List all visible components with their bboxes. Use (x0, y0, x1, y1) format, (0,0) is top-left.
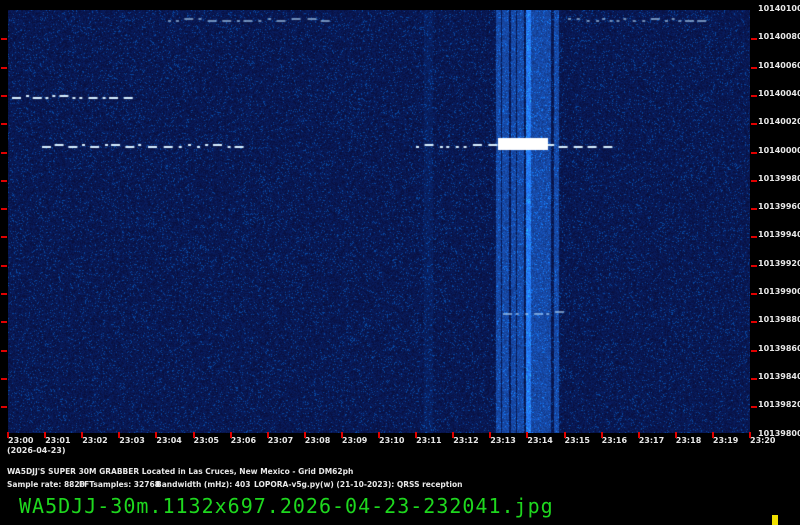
date-label: (2026-04-23) (7, 446, 66, 455)
waterfall-spectrogram (8, 10, 750, 433)
time-tick (44, 432, 47, 438)
freq-label: 10140020 (758, 117, 800, 127)
freq-label: 10139900 (758, 287, 800, 296)
time-label: 23:17 (638, 436, 665, 445)
freq-label: 10140000 (758, 145, 800, 155)
time-label: 23:20 (750, 436, 776, 445)
freq-label: 10140040 (758, 88, 800, 98)
station-info: WA5DJJ'S SUPER 30M GRABBER Located in La… (7, 467, 354, 476)
time-label: 23:03 (119, 436, 145, 445)
time-tick (674, 432, 677, 438)
time-tick (563, 432, 566, 438)
freq-tick (751, 406, 757, 409)
freq-tick (751, 236, 757, 239)
freq-tick (751, 179, 757, 182)
freq-label: 10139980 (758, 173, 800, 183)
freq-tick (1, 406, 7, 409)
sample-rate: Sample rate: 8820 (7, 480, 85, 489)
time-tick (81, 432, 84, 438)
time-tick (266, 432, 269, 438)
time-label: 23:18 (675, 436, 702, 445)
software-info: LOPORA-v5g.py(w) (21-10-2023): QRSS rece… (254, 480, 463, 489)
freq-label: 10140080 (758, 32, 800, 42)
bandwidth: Bandwidth (mHz): 403 (156, 480, 251, 489)
freq-label: 10139940 (758, 230, 800, 240)
time-tick (526, 432, 529, 438)
fft-samples: FFTsamples: 32768 (79, 480, 160, 489)
time-label: 23:07 (267, 436, 294, 445)
time-label: 23:12 (453, 436, 479, 445)
time-label: 23:19 (712, 436, 739, 445)
freq-tick (1, 94, 7, 97)
freq-tick (1, 66, 7, 69)
freq-label: 10139920 (758, 258, 800, 268)
freq-tick (1, 123, 7, 126)
time-tick (452, 432, 455, 438)
freq-tick (751, 321, 757, 324)
time-tick (711, 432, 714, 438)
freq-tick (1, 208, 7, 211)
freq-tick (751, 264, 757, 267)
time-label: 23:06 (230, 436, 257, 445)
time-label: 23:05 (193, 436, 219, 445)
time-tick (303, 432, 306, 438)
freq-label: 10139820 (758, 400, 800, 410)
time-label: 23:16 (601, 436, 628, 445)
time-tick (7, 432, 9, 438)
time-label: 23:13 (490, 436, 516, 445)
freq-tick (751, 123, 757, 126)
freq-tick (1, 179, 7, 182)
time-label: 23:00 (8, 436, 34, 445)
freq-tick (1, 349, 7, 352)
time-label: 23:09 (341, 436, 368, 445)
freq-tick (751, 349, 757, 352)
freq-tick (751, 151, 757, 154)
freq-tick (751, 208, 757, 211)
time-label: 23:15 (564, 436, 590, 445)
freq-label: 10139840 (758, 371, 800, 381)
freq-label: 10140060 (758, 60, 800, 70)
freq-tick (1, 377, 7, 380)
freq-tick (1, 293, 7, 295)
time-tick (192, 432, 195, 438)
time-label: 23:02 (82, 436, 108, 445)
freq-label: 10139860 (758, 343, 800, 353)
freq-tick (751, 377, 757, 380)
freq-tick (1, 151, 7, 154)
time-tick (600, 432, 603, 438)
freq-tick (751, 293, 757, 295)
time-tick (155, 432, 158, 438)
time-label: 23:04 (156, 436, 182, 445)
freq-label: 10139960 (758, 202, 800, 212)
freq-tick (1, 264, 7, 267)
filename-caption: WA5DJJ-30m.1132x697.2026-04-23-232041.jp… (19, 494, 554, 518)
time-label: 23:01 (45, 436, 71, 445)
freq-tick (1, 236, 7, 239)
time-tick (229, 432, 232, 438)
time-label: 23:14 (527, 436, 553, 445)
time-label: 23:11 (416, 436, 442, 445)
time-tick (749, 432, 751, 438)
time-tick (340, 432, 343, 438)
time-label: 23:08 (304, 436, 331, 445)
freq-tick (1, 321, 7, 324)
freq-label: 10140100 (758, 4, 800, 13)
freq-tick (751, 38, 757, 41)
freq-tick (1, 38, 7, 41)
freq-label: 10139880 (758, 315, 800, 325)
freq-tick (751, 66, 757, 69)
time-label: 23:10 (379, 436, 405, 445)
corner-marker (772, 515, 778, 525)
freq-tick (751, 94, 757, 97)
time-tick (118, 432, 121, 438)
time-tick (489, 432, 492, 438)
time-tick (415, 432, 418, 438)
time-tick (637, 432, 640, 438)
time-tick (378, 432, 380, 438)
